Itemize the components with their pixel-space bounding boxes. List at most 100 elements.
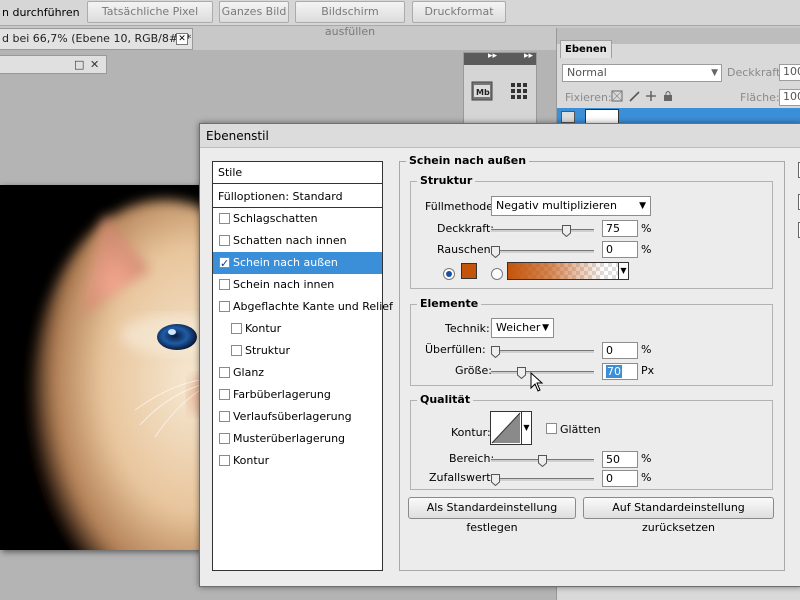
style-item[interactable]: Musterüberlagerung bbox=[213, 428, 382, 450]
style-checkbox[interactable] bbox=[219, 301, 230, 312]
spread-slider[interactable] bbox=[491, 346, 594, 358]
layer-opacity-label: Deckkraft: bbox=[727, 66, 784, 79]
chevron-down-icon: ▼ bbox=[542, 323, 549, 333]
size-slider-thumb[interactable] bbox=[517, 367, 527, 379]
outer-glow-title: Schein nach außen bbox=[406, 154, 530, 167]
layer-style-dialog: Ebenenstil Stile Fülloptionen: Standard S… bbox=[199, 123, 800, 587]
dialog-titlebar[interactable]: Ebenenstil bbox=[200, 124, 800, 148]
jitter-slider-thumb[interactable] bbox=[491, 474, 500, 486]
style-item-label: Verlaufsüberlagerung bbox=[233, 410, 352, 423]
style-item[interactable]: Kontur bbox=[213, 318, 382, 340]
gradient-radio[interactable] bbox=[491, 268, 503, 280]
panel-icon-dock: ▸▸ ▸▸ Mb bbox=[463, 51, 537, 132]
contour-picker[interactable]: ▼ bbox=[490, 411, 532, 445]
jitter-unit: % bbox=[641, 471, 652, 484]
contour-chevron-icon[interactable]: ▼ bbox=[521, 411, 532, 445]
range-label: Bereich: bbox=[449, 452, 495, 465]
tab-layers[interactable]: Ebenen bbox=[560, 40, 612, 58]
range-field[interactable]: 50 bbox=[602, 451, 638, 468]
style-item-label: Fülloptionen: Standard bbox=[218, 190, 343, 203]
opacity-field[interactable]: 75 bbox=[602, 220, 638, 237]
spread-slider-thumb[interactable] bbox=[491, 346, 500, 358]
style-item-label: Schein nach innen bbox=[233, 278, 335, 291]
style-item[interactable]: Abgeflachte Kante und Relief bbox=[213, 296, 393, 318]
style-checkbox[interactable] bbox=[219, 433, 230, 444]
style-checkbox[interactable] bbox=[219, 367, 230, 378]
expand-icon[interactable]: ▸▸ bbox=[524, 51, 533, 61]
lock-icons bbox=[611, 90, 672, 102]
actual-pixels-button[interactable]: Tatsächliche Pixel bbox=[87, 1, 213, 23]
style-item[interactable]: Schein nach außen bbox=[213, 252, 382, 275]
jitter-slider[interactable] bbox=[491, 474, 594, 486]
fit-screen-button[interactable]: Ganzes Bild bbox=[219, 1, 289, 23]
close-icon[interactable]: ✕ bbox=[176, 33, 188, 45]
style-item[interactable]: Schlagschatten bbox=[213, 208, 382, 230]
technique-select[interactable]: Weicher ▼ bbox=[491, 318, 554, 338]
style-checkbox[interactable] bbox=[219, 389, 230, 400]
style-item[interactable]: Schatten nach innen bbox=[213, 230, 382, 252]
quality-title: Qualität bbox=[417, 393, 474, 406]
image-canvas[interactable] bbox=[0, 185, 215, 550]
layer-blend-mode-value: Normal bbox=[567, 66, 607, 79]
noise-slider[interactable] bbox=[491, 246, 594, 258]
opacity-slider[interactable] bbox=[491, 225, 594, 237]
grid-icon[interactable] bbox=[506, 79, 532, 103]
style-checkbox[interactable] bbox=[219, 279, 230, 290]
collapse-icon[interactable]: ▸▸ bbox=[488, 51, 497, 61]
style-checkbox[interactable] bbox=[231, 345, 242, 356]
style-checkbox[interactable] bbox=[219, 213, 230, 224]
style-item[interactable]: Glanz bbox=[213, 362, 382, 384]
quality-group: Qualität Kontur: ▼ Glätten Bereich: 50 %… bbox=[410, 393, 773, 490]
style-item-label: Struktur bbox=[245, 344, 290, 357]
spread-field[interactable]: 0 bbox=[602, 342, 638, 359]
minibridge-icon[interactable]: Mb bbox=[469, 79, 495, 103]
gradient-preview[interactable]: ▼ bbox=[507, 262, 629, 280]
style-checkbox[interactable] bbox=[219, 455, 230, 466]
layer-opacity-field[interactable]: 100 bbox=[779, 64, 800, 81]
close-window-icon[interactable]: ✕ bbox=[90, 58, 99, 71]
size-unit: Px bbox=[641, 364, 655, 377]
solid-color-radio[interactable] bbox=[443, 268, 455, 280]
style-item[interactable]: Fülloptionen: Standard bbox=[213, 186, 382, 208]
elements-group: Elemente Technik: Weicher ▼ Überfüllen: … bbox=[410, 297, 773, 386]
style-checkbox[interactable] bbox=[231, 323, 242, 334]
style-item[interactable]: Schein nach innen bbox=[213, 274, 382, 296]
layer-fill-field[interactable]: 100 bbox=[779, 89, 800, 106]
noise-slider-thumb[interactable] bbox=[491, 246, 500, 258]
antialias-checkbox[interactable] bbox=[546, 423, 557, 434]
maximize-icon[interactable]: □ bbox=[74, 58, 84, 71]
jitter-field[interactable]: 0 bbox=[602, 470, 638, 487]
blend-mode-label: Füllmethode: bbox=[425, 200, 497, 213]
document-tab[interactable]: d bei 66,7% (Ebene 10, RGB/8#) * ✕ bbox=[0, 28, 193, 50]
style-checkbox[interactable] bbox=[219, 235, 230, 246]
range-slider-thumb[interactable] bbox=[538, 455, 547, 467]
mouse-cursor-icon bbox=[530, 372, 544, 392]
fill-screen-button[interactable]: Bildschirm ausfüllen bbox=[295, 1, 405, 38]
style-item[interactable]: Farbüberlagerung bbox=[213, 384, 382, 406]
style-checkbox[interactable] bbox=[219, 411, 230, 422]
print-size-button[interactable]: Druckformat bbox=[412, 1, 506, 23]
options-bar: n durchführen Tatsächliche Pixel Ganzes … bbox=[0, 0, 800, 38]
scroll-all-windows-label[interactable]: n durchführen bbox=[0, 4, 80, 22]
range-slider[interactable] bbox=[491, 455, 594, 467]
dock-header[interactable]: ▸▸ ▸▸ bbox=[464, 51, 536, 65]
gradient-picker-chevron-icon[interactable]: ▼ bbox=[618, 262, 629, 280]
make-default-button[interactable]: Als Standardeinstellung festlegen bbox=[408, 497, 576, 534]
style-list-header[interactable]: Stile bbox=[213, 162, 382, 184]
layer-blend-mode-select[interactable]: Normal ▼ bbox=[562, 64, 722, 82]
style-item[interactable]: Verlaufsüberlagerung bbox=[213, 406, 382, 428]
reset-default-button[interactable]: Auf Standardeinstellung zurücksetzen bbox=[583, 497, 774, 534]
style-item[interactable]: Kontur bbox=[213, 450, 382, 472]
size-field[interactable]: 70 bbox=[602, 363, 638, 380]
blend-mode-select[interactable]: Negativ multiplizieren ▼ bbox=[491, 196, 651, 216]
eye-icon[interactable] bbox=[561, 111, 575, 123]
style-checkbox[interactable] bbox=[219, 253, 230, 275]
technique-value: Weicher bbox=[496, 321, 541, 334]
style-item-label: Schlagschatten bbox=[233, 212, 318, 225]
opacity-slider-thumb[interactable] bbox=[561, 225, 571, 237]
technique-label: Technik: bbox=[445, 322, 490, 335]
lock-position-icon bbox=[646, 91, 656, 101]
style-item[interactable]: Struktur bbox=[213, 340, 382, 362]
noise-field[interactable]: 0 bbox=[602, 241, 638, 258]
glow-color-swatch[interactable] bbox=[461, 263, 477, 279]
